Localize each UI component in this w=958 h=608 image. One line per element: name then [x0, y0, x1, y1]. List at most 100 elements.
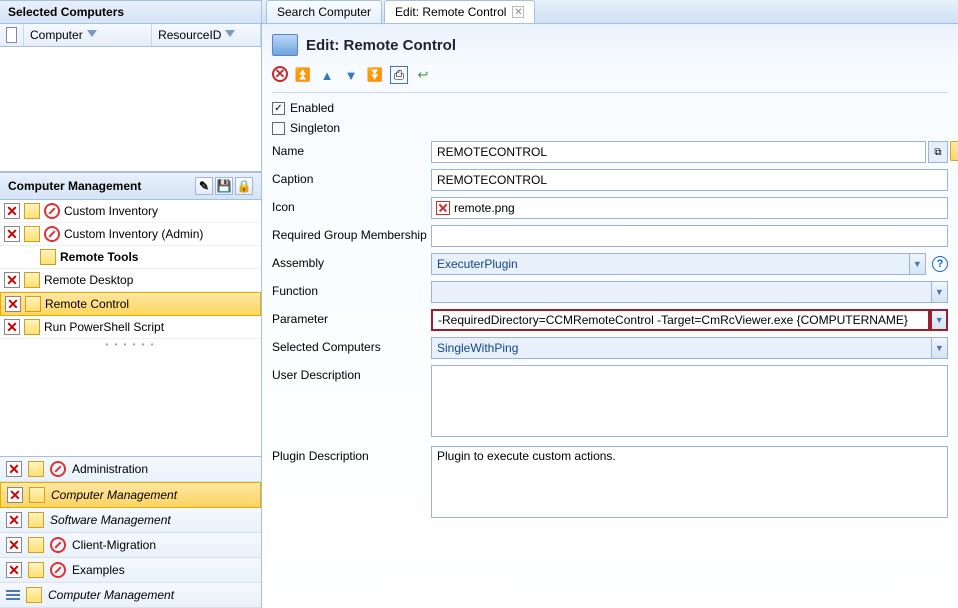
- delete-user-icon[interactable]: [950, 141, 958, 161]
- move-down-icon[interactable]: ▼: [342, 66, 360, 84]
- doc-icon: [28, 512, 44, 528]
- label-icon: Icon: [272, 197, 427, 214]
- singleton-checkbox[interactable]: [272, 122, 285, 135]
- chevron-down-icon[interactable]: ▼: [909, 253, 926, 275]
- move-top-icon[interactable]: ⏫: [294, 66, 312, 84]
- doc-icon: [25, 296, 41, 312]
- disabled-icon: [50, 461, 66, 477]
- selected-grid-body: [0, 47, 261, 171]
- caption-input[interactable]: [431, 169, 948, 191]
- delete-icon[interactable]: ✕: [4, 226, 20, 242]
- label-udesc: User Description: [272, 365, 427, 382]
- nav-computer-management[interactable]: ✕ Computer Management: [0, 482, 261, 508]
- cancel-icon[interactable]: ✕: [272, 66, 288, 82]
- doc-icon: [26, 587, 42, 603]
- disabled-icon: [44, 203, 60, 219]
- move-bottom-icon[interactable]: ⏬: [366, 66, 384, 84]
- label-caption: Caption: [272, 169, 427, 186]
- tab-search-computer[interactable]: Search Computer: [266, 0, 382, 23]
- selected-computers-title: Selected Computers: [8, 5, 124, 19]
- selected-grid-header: Computer ResourceID: [0, 24, 261, 47]
- delete-icon[interactable]: ✕: [5, 296, 21, 312]
- tool-save-icon[interactable]: 💾: [215, 177, 233, 195]
- user-description-input[interactable]: [431, 365, 948, 437]
- col-computer[interactable]: Computer: [24, 24, 152, 46]
- delete-icon[interactable]: ✕: [4, 272, 20, 288]
- doc-icon: [24, 226, 40, 242]
- window-icon: [272, 34, 298, 56]
- filter-icon[interactable]: [87, 30, 97, 40]
- select-all-checkbox[interactable]: [6, 27, 17, 43]
- nav-software-management[interactable]: ✕ Software Management: [0, 508, 261, 533]
- name-lookup-icon[interactable]: ⧉: [928, 141, 948, 163]
- print-icon[interactable]: ⎙: [390, 66, 408, 84]
- toolbar: ✕ ⏫ ▲ ▼ ⏬ ⎙ ↩: [272, 64, 948, 93]
- delete-icon[interactable]: ✕: [6, 461, 22, 477]
- doc-icon: [28, 537, 44, 553]
- delete-icon[interactable]: ✕: [4, 203, 20, 219]
- folder-icon: [40, 249, 56, 265]
- tree-cat-remote-tools[interactable]: Remote Tools: [0, 246, 261, 269]
- chevron-down-icon[interactable]: ▼: [930, 309, 948, 331]
- tree-item-custom-inventory-admin[interactable]: ✕ Custom Inventory (Admin): [0, 223, 261, 246]
- move-up-icon[interactable]: ▲: [318, 66, 336, 84]
- assembly-select[interactable]: [431, 253, 909, 275]
- delete-icon[interactable]: ✕: [6, 537, 22, 553]
- resize-grip[interactable]: • • • • • •: [0, 339, 261, 350]
- nav-administration[interactable]: ✕ Administration: [0, 457, 261, 482]
- delete-icon[interactable]: ✕: [7, 487, 23, 503]
- enabled-checkbox[interactable]: ✓: [272, 102, 285, 115]
- icon-input[interactable]: remote.png: [431, 197, 948, 219]
- doc-icon: [28, 562, 44, 578]
- selcomp-select[interactable]: [431, 337, 931, 359]
- doc-icon: [24, 203, 40, 219]
- chevron-down-icon[interactable]: ▼: [931, 337, 948, 359]
- return-icon[interactable]: ↩: [414, 66, 432, 84]
- tree-item-run-powershell[interactable]: ✕ Run PowerShell Script: [0, 316, 261, 339]
- label-rgm: Required Group Membership: [272, 225, 427, 242]
- disabled-icon: [44, 226, 60, 242]
- doc-icon: [29, 487, 45, 503]
- chevron-down-icon[interactable]: ▼: [931, 281, 948, 303]
- delete-icon[interactable]: ✕: [4, 319, 20, 335]
- tabs: Search Computer Edit: Remote Control ✕: [262, 0, 958, 24]
- tool-lock-icon[interactable]: 🔒: [235, 177, 253, 195]
- delete-icon[interactable]: ✕: [6, 562, 22, 578]
- cm-header: Computer Management ✎ 💾 🔒: [0, 172, 261, 200]
- tool-new-icon[interactable]: ✎: [195, 177, 213, 195]
- name-input[interactable]: [431, 141, 926, 163]
- tree-item-custom-inventory[interactable]: ✕ Custom Inventory: [0, 200, 261, 223]
- label-name: Name: [272, 141, 427, 158]
- rgm-input[interactable]: [431, 225, 948, 247]
- doc-icon: [24, 272, 40, 288]
- doc-icon: [28, 461, 44, 477]
- disabled-icon: [50, 562, 66, 578]
- col-resourceid[interactable]: ResourceID: [152, 24, 261, 46]
- help-icon[interactable]: ?: [932, 256, 948, 272]
- nav-computer-management-2[interactable]: Computer Management: [0, 583, 261, 608]
- cm-tree: ✕ Custom Inventory ✕ Custom Inventory (A…: [0, 200, 261, 456]
- function-select[interactable]: [431, 281, 931, 303]
- label-parameter: Parameter: [272, 309, 427, 326]
- cm-title: Computer Management: [8, 179, 141, 193]
- delete-icon[interactable]: ✕: [6, 512, 22, 528]
- singleton-label: Singleton: [290, 121, 340, 135]
- list-icon: [6, 590, 20, 600]
- label-assembly: Assembly: [272, 253, 427, 270]
- label-function: Function: [272, 281, 427, 298]
- plugin-description-input[interactable]: [431, 446, 948, 518]
- tree-item-remote-control[interactable]: ✕ Remote Control: [0, 292, 261, 316]
- parameter-input[interactable]: [431, 309, 930, 331]
- nav-client-migration[interactable]: ✕ Client-Migration: [0, 533, 261, 558]
- tree-item-remote-desktop[interactable]: ✕ Remote Desktop: [0, 269, 261, 292]
- label-selcomp: Selected Computers: [272, 337, 427, 354]
- nav-examples[interactable]: ✕ Examples: [0, 558, 261, 583]
- bottom-nav: ✕ Administration ✕ Computer Management ✕…: [0, 456, 261, 608]
- broken-image-icon: [436, 201, 450, 215]
- label-pdesc: Plugin Description: [272, 446, 427, 463]
- filter-icon[interactable]: [225, 30, 235, 40]
- selected-computers-header: Selected Computers: [0, 0, 261, 24]
- tab-edit-remote-control[interactable]: Edit: Remote Control ✕: [384, 0, 535, 23]
- tab-close-icon[interactable]: ✕: [512, 6, 524, 18]
- page-title: Edit: Remote Control: [306, 37, 456, 54]
